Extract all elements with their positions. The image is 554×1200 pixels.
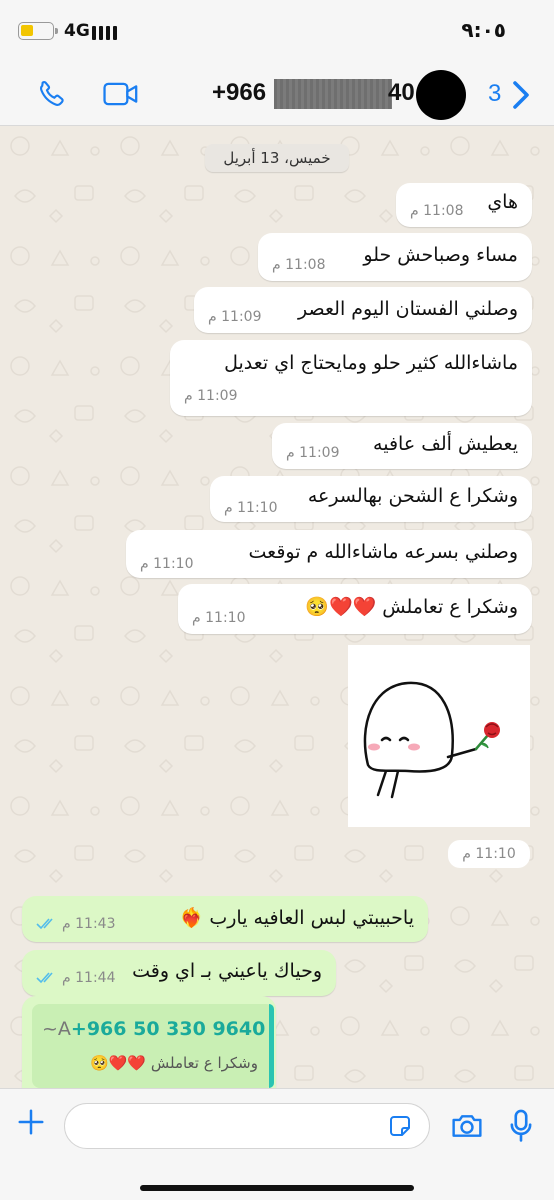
message-time: 11:10 م (140, 556, 194, 572)
message-bubble[interactable]: مساء وصباحش حلو 11:08 م (258, 233, 532, 281)
message-text: ياحبيبتي لبس العافيه يارب ❤️‍🔥 (179, 907, 414, 929)
message-bubble-outgoing[interactable]: ياحبيبتي لبس العافيه يارب ❤️‍🔥 11:43 م (22, 896, 428, 942)
message-text: وحياك ياعيني بـ اي وقت (132, 960, 322, 982)
message-bubble[interactable]: هاي 11:08 م (396, 183, 532, 227)
reply-accent-bar (269, 1004, 274, 1088)
message-time: 11:09 م (184, 388, 238, 404)
message-input[interactable] (64, 1103, 430, 1149)
microphone-icon[interactable] (510, 1109, 532, 1147)
quoted-sender-number: +966 50 330 9640 (70, 1018, 266, 1040)
quoted-sender: ~A+966 50 330 9640 (42, 1018, 265, 1040)
message-time: 11:09 م (286, 445, 340, 461)
clock: ٩:٠٥ (461, 18, 506, 42)
plus-icon[interactable] (16, 1107, 46, 1141)
chevron-left-icon[interactable] (512, 80, 530, 114)
camera-icon[interactable] (450, 1111, 484, 1145)
sticker-icon[interactable] (388, 1114, 412, 1142)
message-time: 11:10 م (224, 500, 278, 516)
redaction-block (274, 79, 392, 109)
message-text: وشكرا ع الشحن بهالسرعه (307, 485, 518, 507)
message-bubble[interactable]: ماشاءالله كثير حلو ومايحتاج اي تعديل 11:… (170, 340, 532, 416)
message-text: هاي (487, 191, 518, 213)
message-text: يعطيش ألف عافيه (373, 433, 518, 455)
home-indicator (140, 1185, 414, 1191)
read-ticks-icon (36, 918, 53, 930)
message-text: وصلني الفستان اليوم العصر (298, 298, 518, 320)
status-bar: 4G ٩:٠٥ (0, 0, 554, 62)
unread-count[interactable]: 3 (488, 80, 501, 108)
message-time: 11:43 م (62, 916, 116, 932)
message-text: وصلني بسرعه ماشاءالله م توقعت (248, 541, 519, 563)
message-bubble[interactable]: وشكرا ع الشحن بهالسرعه 11:10 م (210, 476, 532, 522)
network-type: 4G (64, 21, 90, 41)
quoted-reply[interactable]: ~A+966 50 330 9640 وشكرا ع تعاملش ❤️❤️🥺 (32, 1004, 274, 1088)
read-ticks-icon (36, 972, 53, 984)
message-input-bar (0, 1088, 554, 1200)
message-bubble[interactable]: وشكرا ع تعاملش ❤️❤️🥺 11:10 م (178, 584, 532, 634)
video-icon[interactable] (102, 80, 140, 112)
signal-icon (92, 22, 117, 40)
message-bubble[interactable]: وصلني بسرعه ماشاءالله م توقعت 11:10 م (126, 530, 532, 578)
date-separator: خميس، 13 أبريل (205, 144, 349, 172)
message-text: وشكرا ع تعاملش ❤️❤️🥺 (305, 596, 518, 618)
message-bubble-outgoing[interactable]: وحياك ياعيني بـ اي وقت 11:44 م (22, 950, 336, 996)
contact-name-suffix[interactable]: 40 (388, 79, 415, 107)
message-time: 11:08 م (410, 203, 464, 219)
sticker-message[interactable] (348, 645, 530, 827)
message-time: 11:44 م (62, 970, 116, 986)
message-text: مساء وصباحش حلو (363, 244, 518, 266)
character-with-rose-sticker (363, 681, 500, 799)
quoted-text: وشكرا ع تعاملش ❤️❤️🥺 (90, 1054, 258, 1072)
phone-icon[interactable] (36, 78, 68, 114)
message-time: 11:09 م (208, 309, 262, 325)
chat-area[interactable]: خميس، 13 أبريل هاي 11:08 م مساء وصباحش ح… (0, 126, 554, 1088)
quoted-sender-tilde: ~A (42, 1018, 71, 1040)
message-text: ماشاءالله كثير حلو ومايحتاج اي تعديل (224, 352, 518, 374)
chat-header: +966 40 3 (0, 62, 554, 126)
message-time: 11:10 م (192, 610, 246, 626)
message-bubble[interactable]: وصلني الفستان اليوم العصر 11:09 م (194, 287, 532, 333)
message-time: 11:08 م (272, 257, 326, 273)
sticker-time: 11:10 م (448, 840, 530, 868)
contact-name[interactable]: +966 (212, 79, 266, 107)
battery-icon (18, 22, 58, 40)
avatar[interactable] (416, 70, 466, 120)
message-bubble[interactable]: يعطيش ألف عافيه 11:09 م (272, 423, 532, 469)
